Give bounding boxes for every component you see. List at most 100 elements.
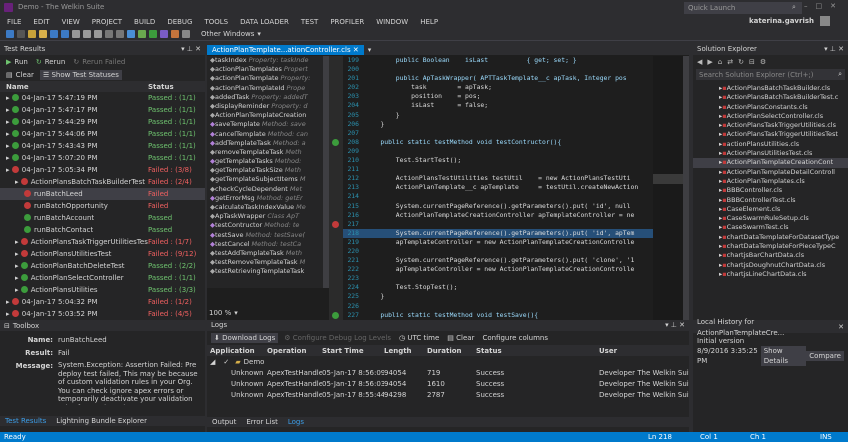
outline-item[interactable]: ◆ actionPlanTemplate Property: bbox=[210, 74, 323, 83]
outline-item[interactable]: ◆ testContructor Method: te bbox=[210, 221, 323, 230]
code-line[interactable]: 208 public static testMethod void testCo… bbox=[343, 138, 653, 147]
expand-arrow-icon[interactable]: ▸ bbox=[6, 166, 12, 174]
test-row[interactable]: ▸ ActionPlanBatchDeleteTest Passed : (2/2… bbox=[0, 260, 205, 272]
clear-logs-button[interactable]: ▤ Clear bbox=[447, 334, 474, 342]
collapse-all-icon[interactable]: ⊟ bbox=[749, 58, 760, 66]
menu-file[interactable]: FILE bbox=[7, 18, 21, 26]
back-icon[interactable]: ◀ bbox=[697, 58, 707, 66]
close-icon[interactable]: ✕ bbox=[838, 322, 844, 333]
code-line[interactable]: 205 } bbox=[343, 111, 653, 120]
cut-icon[interactable] bbox=[72, 30, 80, 38]
sync-icon[interactable]: ⇄ bbox=[727, 58, 738, 66]
chevron-down-icon[interactable]: ▾ bbox=[234, 309, 238, 317]
col-length[interactable]: Length bbox=[384, 347, 427, 355]
solution-file[interactable]: ▸ ▪ ActionPlansTaskTriggerUtilitiesTest bbox=[693, 130, 848, 139]
close-icon[interactable]: ✕ bbox=[353, 46, 359, 54]
code-line[interactable]: 207 bbox=[343, 129, 653, 138]
solution-file[interactable]: ▸ ▪ ActionPlanTemplateCreationCont bbox=[693, 158, 848, 168]
code-line[interactable]: 200 bbox=[343, 65, 653, 74]
undo-icon[interactable] bbox=[105, 30, 113, 38]
code-line[interactable]: 201 public ApTaskWrapper( APTTaskTemplat… bbox=[343, 74, 653, 83]
col-application[interactable]: Application bbox=[207, 347, 267, 355]
run-icon[interactable] bbox=[149, 30, 157, 38]
code-line[interactable]: 199 public Boolean isLast { get; set; } bbox=[343, 56, 653, 65]
solution-file[interactable]: ▸ ▪ ActionPlansBatchTaskBuilder.cls bbox=[693, 84, 848, 93]
code-line[interactable]: 220 bbox=[343, 247, 653, 256]
outline-item[interactable]: ◆ displayReminder Property: d bbox=[210, 102, 323, 111]
test-row[interactable]: ▸ 04-Jan-17 5:44:29 PM Passed : (1/1) bbox=[0, 116, 205, 128]
user-name[interactable]: katerina.gavrish bbox=[749, 17, 814, 25]
save-icon[interactable] bbox=[50, 30, 58, 38]
code-line[interactable]: 221 System.currentPageReference().getPar… bbox=[343, 256, 653, 265]
configure-debug-button[interactable]: ⚙ Configure Debug Log Levels bbox=[284, 334, 391, 342]
expand-arrow-icon[interactable]: ▸ bbox=[6, 310, 12, 318]
paste-icon[interactable] bbox=[94, 30, 102, 38]
code-line[interactable]: 214 bbox=[343, 192, 653, 201]
outline-item[interactable]: ◆ getTemplateSubjectItems M bbox=[210, 175, 323, 184]
solution-file[interactable]: ▸ ▪ BBBControllerTest.cls bbox=[693, 196, 848, 205]
refresh-icon[interactable] bbox=[138, 30, 146, 38]
test-row[interactable]: runBatchAccount Passed bbox=[0, 212, 205, 224]
expand-arrow-icon[interactable]: ▸ bbox=[6, 298, 12, 306]
col-status[interactable]: Status bbox=[476, 347, 599, 355]
solution-search-input[interactable]: Search Solution Explorer (Ctrl+;) ⌕ bbox=[696, 69, 845, 80]
code-line[interactable]: 217 bbox=[343, 220, 653, 229]
home-icon[interactable]: ⌂ bbox=[718, 58, 727, 66]
code-line[interactable]: 225 } bbox=[343, 292, 653, 301]
code-line[interactable]: 215 System.currentPageReference().getPar… bbox=[343, 202, 653, 211]
open-folder-icon[interactable] bbox=[39, 30, 47, 38]
chevron-down-icon[interactable]: ▾ bbox=[257, 30, 261, 38]
code-line[interactable]: 218 System.currentPageReference().getPar… bbox=[343, 228, 653, 238]
code-line[interactable]: 209 bbox=[343, 147, 653, 156]
outline-item[interactable]: ◆ ApTaskWrapper Class ApT bbox=[210, 212, 323, 221]
test-row[interactable]: ▸ 04-Jan-17 5:47:17 PM Passed : (1/1) bbox=[0, 104, 205, 116]
solution-file[interactable]: ▸ ▪ BBBController.cls bbox=[693, 186, 848, 195]
expand-arrow-icon[interactable]: ▸ bbox=[6, 118, 12, 126]
toolbox-header[interactable]: ⊟ Toolbox bbox=[0, 320, 205, 331]
outline-item[interactable]: ◆ addedTask Property: addedT bbox=[210, 93, 323, 102]
code-line[interactable]: 227 public static testMethod void testSa… bbox=[343, 311, 653, 320]
tab-output[interactable]: Output bbox=[207, 417, 241, 427]
solution-file[interactable]: ▸ ▪ CaseSwarmRuleSetup.cls bbox=[693, 214, 848, 223]
solution-file[interactable]: ▸ ▪ chartjsLineChartData.cls bbox=[693, 270, 848, 279]
test-row[interactable]: ▸ ActionPlansUtilities Passed : (3/3) bbox=[0, 284, 205, 296]
other-windows-dropdown[interactable]: Other Windows bbox=[201, 30, 254, 38]
code-line[interactable]: 224 Test.StopTest(); bbox=[343, 283, 653, 292]
redo-icon[interactable] bbox=[116, 30, 124, 38]
test-row[interactable]: ▸ 04-Jan-17 5:47:19 PM Passed : (1/1) bbox=[0, 92, 205, 104]
outline-item[interactable]: ◆ actionPlanTemplateId Prope bbox=[210, 84, 323, 93]
expand-icon[interactable]: ◢ bbox=[210, 358, 215, 366]
test-row[interactable]: ▸ 04-Jan-17 5:03:52 PM Failed : (4/5) bbox=[0, 308, 205, 320]
outline-item[interactable]: ◆ testSave Method: testSave( bbox=[210, 231, 323, 240]
menu-debug[interactable]: DEBUG bbox=[167, 18, 192, 26]
rerun-button[interactable]: Rerun bbox=[45, 58, 66, 66]
code-line[interactable]: 213 ActionPlanTemplate__c apTemplate = t… bbox=[343, 183, 653, 192]
code-line[interactable]: 212 ActionPlansTestUtilities testUtil = … bbox=[343, 174, 653, 183]
compare-button[interactable]: Compare bbox=[806, 351, 844, 361]
quick-launch-input[interactable]: Quick Launch bbox=[684, 2, 802, 14]
solution-file[interactable]: ▸ ▪ actionPlansUtilities.cls bbox=[693, 140, 848, 149]
show-statuses-button[interactable]: ☰ Show Test Statuses bbox=[39, 69, 122, 80]
profiler-icon[interactable] bbox=[171, 30, 179, 38]
passed-test-icon[interactable] bbox=[332, 138, 339, 146]
back-icon[interactable] bbox=[6, 30, 14, 38]
solution-file[interactable]: ▸ ▪ ActionPlansTaskTriggerUtilities.cls bbox=[693, 121, 848, 130]
menu-data-loader[interactable]: DATA LOADER bbox=[240, 18, 289, 26]
solution-file[interactable]: ▸ ▪ chartjsBarChartData.cls bbox=[693, 251, 848, 260]
breakpoint-icon[interactable] bbox=[332, 220, 339, 228]
col-operation[interactable]: Operation bbox=[267, 347, 322, 355]
outline-item[interactable]: ◆ testAddTemplateTask Meth bbox=[210, 249, 323, 258]
solution-file[interactable]: ▸ ▪ ActionPlanTemplates.cls bbox=[693, 177, 848, 186]
code-view[interactable]: 199 public Boolean isLast { get; set; } 2… bbox=[343, 56, 653, 320]
properties-icon[interactable]: ⚙ bbox=[760, 58, 771, 66]
code-line[interactable]: 206 } bbox=[343, 120, 653, 129]
zoom-level[interactable]: 100 % ▾ bbox=[207, 308, 329, 318]
test-row[interactable]: runBatchOpportunity Failed bbox=[0, 200, 205, 212]
test-row[interactable]: runBatchLeed Failed bbox=[0, 188, 205, 200]
expand-arrow-icon[interactable]: ▸ bbox=[15, 262, 21, 270]
outline-item[interactable]: ◆ cancelTemplate Method: can bbox=[210, 130, 323, 139]
passed-test-icon[interactable] bbox=[332, 311, 339, 319]
logs-group-row[interactable]: ◢ ✓ ▰ Demo bbox=[207, 356, 689, 367]
solution-file[interactable]: ▸ ▪ ActionPlanTemplateDetailControll bbox=[693, 168, 848, 177]
outline-item[interactable]: ◆ checkCycleDependent Met bbox=[210, 185, 323, 194]
